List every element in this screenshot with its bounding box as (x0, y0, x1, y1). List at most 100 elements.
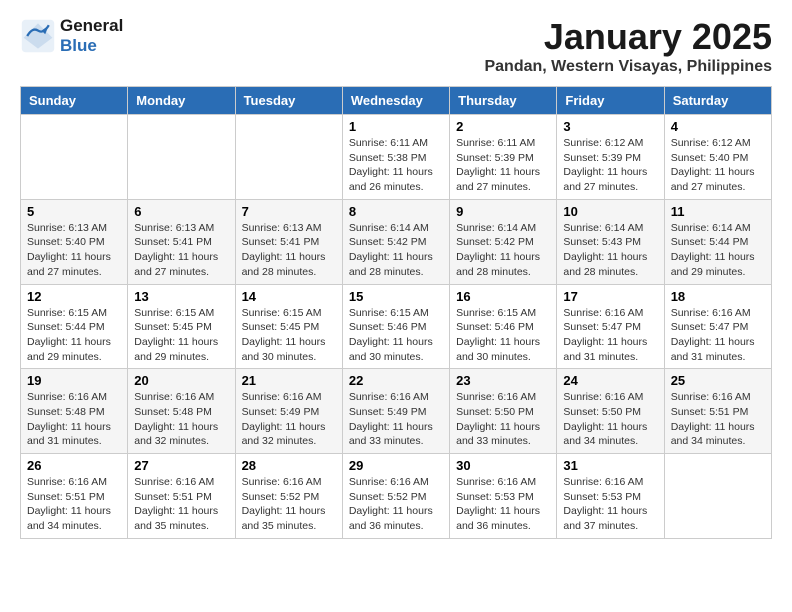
day-number: 21 (242, 373, 336, 388)
day-number: 18 (671, 289, 765, 304)
calendar-cell: 18 Sunrise: 6:16 AMSunset: 5:47 PMDayligh… (664, 284, 771, 369)
calendar-cell: 20Sunrise: 6:16 AMSunset: 5:48 PMDayligh… (128, 369, 235, 454)
day-info: Sunrise: 6:15 AMSunset: 5:46 PMDaylight:… (456, 306, 550, 365)
day-info: Sunrise: 6:11 AMSunset: 5:38 PMDaylight:… (349, 136, 443, 195)
week-row-1: 1 Sunrise: 6:11 AMSunset: 5:38 PMDaylight… (21, 115, 772, 200)
day-number: 19 (27, 373, 121, 388)
day-number: 29 (349, 458, 443, 473)
day-number: 6 (134, 204, 228, 219)
day-number: 7 (242, 204, 336, 219)
calendar-cell: 4 Sunrise: 6:12 AMSunset: 5:40 PMDaylight… (664, 115, 771, 200)
day-info: Sunrise: 6:16 AMSunset: 5:53 PMDaylight:… (563, 475, 657, 534)
weekday-header-row: SundayMondayTuesdayWednesdayThursdayFrid… (21, 87, 772, 115)
calendar-cell: 17Sunrise: 6:16 AMSunset: 5:47 PMDayligh… (557, 284, 664, 369)
calendar-cell: 26Sunrise: 6:16 AMSunset: 5:51 PMDayligh… (21, 454, 128, 539)
day-info: Sunrise: 6:15 AMSunset: 5:46 PMDaylight:… (349, 306, 443, 365)
calendar-cell: 7 Sunrise: 6:13 AMSunset: 5:41 PMDaylight… (235, 199, 342, 284)
calendar-cell (664, 454, 771, 539)
week-row-4: 19 Sunrise: 6:16 AMSunset: 5:48 PMDayligh… (21, 369, 772, 454)
day-number: 16 (456, 289, 550, 304)
weekday-tuesday: Tuesday (235, 87, 342, 115)
day-number: 14 (242, 289, 336, 304)
calendar-cell: 9Sunrise: 6:14 AMSunset: 5:42 PMDaylight… (450, 199, 557, 284)
weekday-saturday: Saturday (664, 87, 771, 115)
day-number: 17 (563, 289, 657, 304)
day-number: 2 (456, 119, 550, 134)
weekday-monday: Monday (128, 87, 235, 115)
calendar-cell: 23Sunrise: 6:16 AMSunset: 5:50 PMDayligh… (450, 369, 557, 454)
calendar-cell: 1 Sunrise: 6:11 AMSunset: 5:38 PMDaylight… (342, 115, 449, 200)
location: Pandan, Western Visayas, Philippines (484, 58, 772, 76)
calendar-cell: 21 Sunrise: 6:16 AMSunset: 5:49 PMDayligh… (235, 369, 342, 454)
calendar-cell: 28Sunrise: 6:16 AMSunset: 5:52 PMDayligh… (235, 454, 342, 539)
calendar-cell: 22 Sunrise: 6:16 AMSunset: 5:49 PMDayligh… (342, 369, 449, 454)
day-number: 25 (671, 373, 765, 388)
day-info: Sunrise: 6:16 AMSunset: 5:48 PMDaylight:… (27, 390, 121, 449)
day-info: Sunrise: 6:14 AMSunset: 5:43 PMDaylight:… (563, 221, 657, 280)
calendar-cell: 11 Sunrise: 6:14 AMSunset: 5:44 PMDayligh… (664, 199, 771, 284)
calendar-cell: 10 Sunrise: 6:14 AMSunset: 5:43 PMDayligh… (557, 199, 664, 284)
day-number: 12 (27, 289, 121, 304)
calendar-table: SundayMondayTuesdayWednesdayThursdayFrid… (20, 86, 772, 539)
calendar-cell: 14 Sunrise: 6:15 AMSunset: 5:45 PMDayligh… (235, 284, 342, 369)
week-row-5: 26Sunrise: 6:16 AMSunset: 5:51 PMDayligh… (21, 454, 772, 539)
day-number: 1 (349, 119, 443, 134)
calendar-cell: 3Sunrise: 6:12 AMSunset: 5:39 PMDaylight… (557, 115, 664, 200)
day-info: Sunrise: 6:15 AMSunset: 5:45 PMDaylight:… (242, 306, 336, 365)
day-info: Sunrise: 6:12 AMSunset: 5:39 PMDaylight:… (563, 136, 657, 195)
month-title: January 2025 (484, 16, 772, 58)
day-info: Sunrise: 6:15 AMSunset: 5:44 PMDaylight:… (27, 306, 121, 365)
day-info: Sunrise: 6:16 AMSunset: 5:50 PMDaylight:… (563, 390, 657, 449)
day-number: 8 (349, 204, 443, 219)
calendar-cell: 29 Sunrise: 6:16 AMSunset: 5:52 PMDayligh… (342, 454, 449, 539)
day-number: 9 (456, 204, 550, 219)
calendar-cell: 19 Sunrise: 6:16 AMSunset: 5:48 PMDayligh… (21, 369, 128, 454)
weekday-sunday: Sunday (21, 87, 128, 115)
calendar-cell (21, 115, 128, 200)
day-info: Sunrise: 6:16 AMSunset: 5:52 PMDaylight:… (349, 475, 443, 534)
day-number: 13 (134, 289, 228, 304)
day-number: 24 (563, 373, 657, 388)
calendar-cell: 6 Sunrise: 6:13 AMSunset: 5:41 PMDaylight… (128, 199, 235, 284)
week-row-2: 5Sunrise: 6:13 AMSunset: 5:40 PMDaylight… (21, 199, 772, 284)
calendar-cell: 15 Sunrise: 6:15 AMSunset: 5:46 PMDayligh… (342, 284, 449, 369)
day-info: Sunrise: 6:16 AMSunset: 5:49 PMDaylight:… (349, 390, 443, 449)
calendar-cell: 5Sunrise: 6:13 AMSunset: 5:40 PMDaylight… (21, 199, 128, 284)
calendar-cell: 24 Sunrise: 6:16 AMSunset: 5:50 PMDayligh… (557, 369, 664, 454)
day-number: 10 (563, 204, 657, 219)
day-number: 11 (671, 204, 765, 219)
day-info: Sunrise: 6:13 AMSunset: 5:41 PMDaylight:… (134, 221, 228, 280)
day-info: Sunrise: 6:16 AMSunset: 5:51 PMDaylight:… (671, 390, 765, 449)
day-info: Sunrise: 6:16 AMSunset: 5:52 PMDaylight:… (242, 475, 336, 534)
day-info: Sunrise: 6:16 AMSunset: 5:51 PMDaylight:… (27, 475, 121, 534)
day-info: Sunrise: 6:13 AMSunset: 5:41 PMDaylight:… (242, 221, 336, 280)
day-number: 31 (563, 458, 657, 473)
weekday-thursday: Thursday (450, 87, 557, 115)
day-info: Sunrise: 6:14 AMSunset: 5:44 PMDaylight:… (671, 221, 765, 280)
day-number: 4 (671, 119, 765, 134)
calendar-cell (128, 115, 235, 200)
calendar-cell: 27Sunrise: 6:16 AMSunset: 5:51 PMDayligh… (128, 454, 235, 539)
day-number: 30 (456, 458, 550, 473)
day-number: 22 (349, 373, 443, 388)
weekday-wednesday: Wednesday (342, 87, 449, 115)
calendar-body: 1 Sunrise: 6:11 AMSunset: 5:38 PMDaylight… (21, 115, 772, 539)
calendar-cell: 25 Sunrise: 6:16 AMSunset: 5:51 PMDayligh… (664, 369, 771, 454)
day-number: 5 (27, 204, 121, 219)
logo-icon (20, 18, 56, 54)
day-info: Sunrise: 6:16 AMSunset: 5:49 PMDaylight:… (242, 390, 336, 449)
calendar-cell: 31 Sunrise: 6:16 AMSunset: 5:53 PMDayligh… (557, 454, 664, 539)
day-number: 15 (349, 289, 443, 304)
day-info: Sunrise: 6:11 AMSunset: 5:39 PMDaylight:… (456, 136, 550, 195)
day-info: Sunrise: 6:16 AMSunset: 5:50 PMDaylight:… (456, 390, 550, 449)
logo: General Blue (20, 16, 123, 56)
day-info: Sunrise: 6:12 AMSunset: 5:40 PMDaylight:… (671, 136, 765, 195)
day-number: 27 (134, 458, 228, 473)
calendar-cell: 12 Sunrise: 6:15 AMSunset: 5:44 PMDayligh… (21, 284, 128, 369)
day-info: Sunrise: 6:16 AMSunset: 5:47 PMDaylight:… (671, 306, 765, 365)
calendar-cell: 30Sunrise: 6:16 AMSunset: 5:53 PMDayligh… (450, 454, 557, 539)
calendar-cell: 16 Sunrise: 6:15 AMSunset: 5:46 PMDayligh… (450, 284, 557, 369)
page-header: General Blue January 2025 Pandan, Wester… (20, 16, 772, 76)
calendar-cell: 2 Sunrise: 6:11 AMSunset: 5:39 PMDaylight… (450, 115, 557, 200)
day-info: Sunrise: 6:16 AMSunset: 5:48 PMDaylight:… (134, 390, 228, 449)
